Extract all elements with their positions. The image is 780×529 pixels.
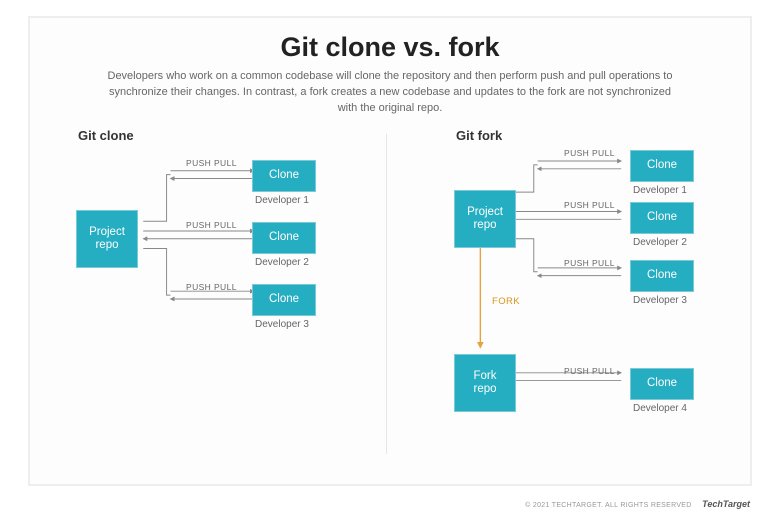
section-label-clone: Git clone bbox=[78, 128, 134, 143]
box-clone-right-4: Clone bbox=[630, 368, 694, 400]
label-pushpull-right-1: PUSH PULL bbox=[564, 148, 615, 158]
box-clone-right-1: Clone bbox=[630, 150, 694, 182]
box-clone-left-1: Clone bbox=[252, 160, 316, 192]
box-clone-left-2: Clone bbox=[252, 222, 316, 254]
diagram-frame: Git clone vs. fork Developers who work o… bbox=[28, 16, 752, 486]
caption-dev-2-right: Developer 2 bbox=[633, 237, 687, 248]
label-pushpull-right-4: PUSH PULL bbox=[564, 366, 615, 376]
caption-dev-2-left: Developer 2 bbox=[255, 257, 309, 268]
label-pushpull-left-2: PUSH PULL bbox=[186, 220, 237, 230]
caption-dev-4-right: Developer 4 bbox=[633, 403, 687, 414]
label-fork: FORK bbox=[492, 296, 520, 307]
attribution: © 2021 TECHTARGET. ALL RIGHTS RESERVED T… bbox=[525, 499, 750, 509]
label-pushpull-right-2: PUSH PULL bbox=[564, 200, 615, 210]
box-fork-repo: Fork repo bbox=[454, 354, 516, 412]
caption-dev-3-left: Developer 3 bbox=[255, 319, 309, 330]
caption-dev-1-left: Developer 1 bbox=[255, 195, 309, 206]
box-project-repo-left: Project repo bbox=[76, 210, 138, 268]
box-clone-right-2: Clone bbox=[630, 202, 694, 234]
diagram-canvas: Git clone Project repo Clone Developer 1… bbox=[30, 128, 750, 468]
box-clone-left-3: Clone bbox=[252, 284, 316, 316]
subtitle: Developers who work on a common codebase… bbox=[100, 69, 680, 117]
label-pushpull-right-3: PUSH PULL bbox=[564, 258, 615, 268]
label-pushpull-left-1: PUSH PULL bbox=[186, 158, 237, 168]
box-clone-right-3: Clone bbox=[630, 260, 694, 292]
brand-text: TechTarget bbox=[702, 499, 750, 509]
section-label-fork: Git fork bbox=[456, 128, 502, 143]
label-pushpull-left-3: PUSH PULL bbox=[186, 282, 237, 292]
box-project-repo-right: Project repo bbox=[454, 190, 516, 248]
caption-dev-1-right: Developer 1 bbox=[633, 185, 687, 196]
copyright-text: © 2021 TECHTARGET. ALL RIGHTS RESERVED bbox=[525, 502, 691, 509]
title: Git clone vs. fork bbox=[30, 18, 750, 63]
caption-dev-3-right: Developer 3 bbox=[633, 295, 687, 306]
